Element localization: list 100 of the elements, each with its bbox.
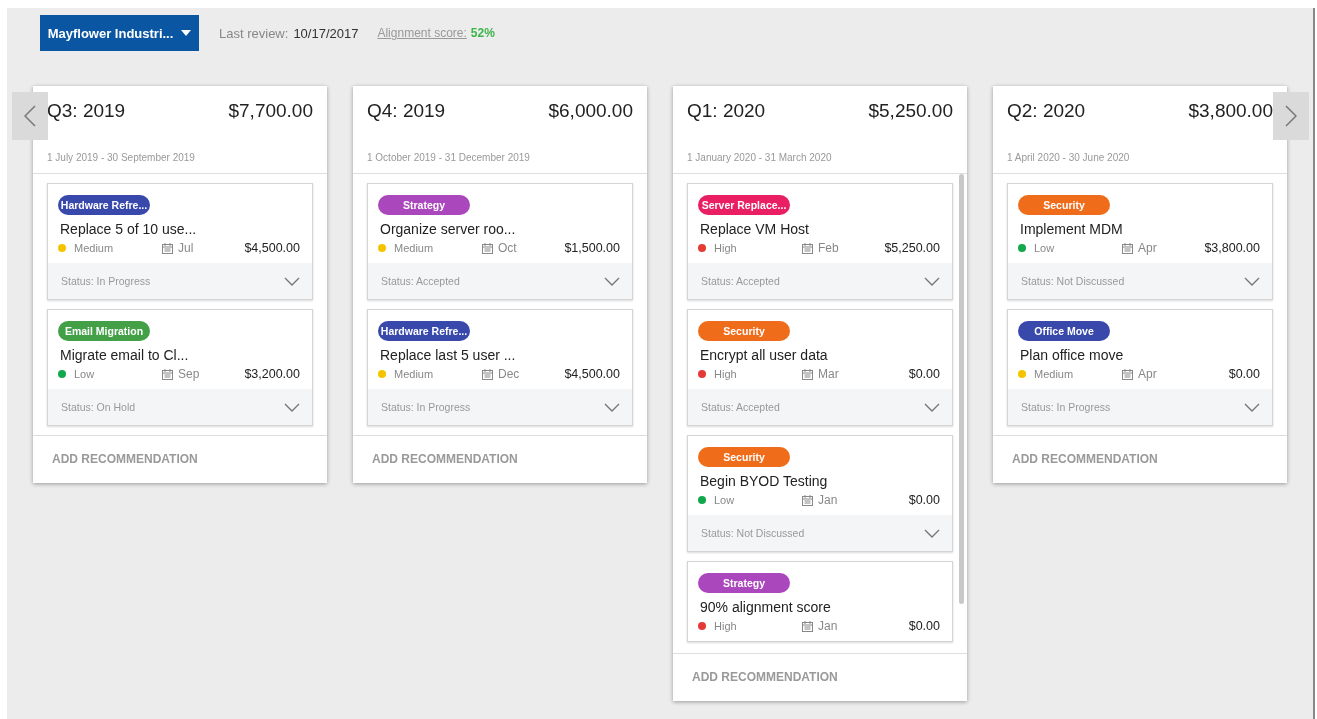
recommendation-card[interactable]: Security Begin BYOD Testing Low Jan $0.00 Status: Not Discussed: [687, 435, 953, 552]
priority-label: Low: [1034, 242, 1056, 254]
amount: $5,250.00: [884, 241, 940, 255]
alignment-score-value: 52%: [470, 26, 495, 40]
recommendation-card[interactable]: Hardware Refre... Replace last 5 user ... Medium Dec $4,500.00 Status: In Progress: [367, 309, 633, 426]
recommendation-title: Organize server roo...: [380, 221, 517, 237]
recommendation-card[interactable]: Security Implement MDM Low Apr $3,800.00 Status: Not Discussed: [1007, 183, 1273, 300]
month-label: Feb: [818, 241, 839, 255]
status-label: Status: On Hold: [61, 401, 136, 413]
month-label: Oct: [498, 241, 517, 255]
priority-label: Medium: [74, 242, 115, 254]
quarter-total: $6,000.00: [548, 100, 633, 122]
calendar-icon: [802, 620, 813, 632]
chevron-right-icon: [1285, 105, 1297, 127]
chevron-down-icon[interactable]: [604, 402, 620, 412]
recommendation-title: 90% alignment score: [700, 599, 832, 615]
quarter-total: $5,250.00: [868, 100, 953, 122]
chevron-down-icon[interactable]: [924, 402, 940, 412]
chevron-down-icon[interactable]: [924, 528, 940, 538]
priority-label: Low: [74, 368, 96, 380]
amount: $4,500.00: [564, 367, 620, 381]
quarter-dates: 1 October 2019 - 31 December 2019: [353, 122, 647, 174]
month-label: Dec: [498, 367, 520, 381]
status-label: Status: Accepted: [381, 275, 460, 287]
amount: $1,500.00: [564, 241, 620, 255]
month-label: Jan: [818, 493, 838, 507]
chevron-down-icon[interactable]: [1244, 276, 1260, 286]
priority-label: Medium: [394, 242, 435, 254]
status-label: Status: Accepted: [701, 275, 780, 287]
status-label: Status: Not Discussed: [1021, 275, 1125, 287]
calendar-icon: [482, 242, 493, 254]
month-label: Mar: [818, 367, 839, 381]
recommendation-title: Implement MDM: [1020, 221, 1124, 237]
amount: $0.00: [908, 619, 940, 633]
calendar-icon: [1122, 242, 1133, 254]
recommendation-card[interactable]: Security Encrypt all user data High Mar $0.00 Status: Accepted: [687, 309, 953, 426]
last-review-label: Last review:: [219, 25, 289, 41]
last-review-date: 10/17/2017: [293, 25, 359, 41]
calendar-icon: [802, 368, 813, 380]
scrollbar[interactable]: [959, 174, 964, 604]
quarter-title: Q3: 2019: [47, 100, 126, 122]
recommendation-card[interactable]: Office Move Plan office move Medium Apr $0.00 Status: In Progress: [1007, 309, 1273, 426]
caret-icon: [181, 30, 192, 36]
status-label: Status: Accepted: [701, 401, 780, 413]
recommendation-card[interactable]: Strategy 90% alignment score High Jan $0.00: [687, 561, 953, 642]
amount: $4,500.00: [244, 241, 300, 255]
chevron-down-icon[interactable]: [1244, 402, 1260, 412]
category-tag: Security: [1018, 195, 1110, 215]
calendar-icon: [162, 368, 173, 380]
amount: $0.00: [908, 367, 940, 381]
recommendation-card[interactable]: Server Replace... Replace VM Host High Feb $5,250.00 Status: Accepted: [687, 183, 953, 300]
chevron-down-icon[interactable]: [284, 276, 300, 286]
chevron-down-icon[interactable]: [924, 276, 940, 286]
month-label: Apr: [1138, 241, 1157, 255]
calendar-icon: [802, 494, 813, 506]
recommendation-title: Replace 5 of 10 use...: [60, 221, 198, 237]
category-tag: Office Move: [1018, 321, 1110, 341]
recommendation-card[interactable]: Hardware Refre... Replace 5 of 10 use... Medium Jul $4,500.00 Status: In Progress: [47, 183, 313, 300]
amount: $3,200.00: [244, 367, 300, 381]
category-tag: Strategy: [698, 573, 790, 593]
category-tag: Security: [698, 447, 790, 467]
month-label: Sep: [178, 367, 200, 381]
status-label: Status: In Progress: [1021, 401, 1111, 413]
quarter-title: Q4: 2019: [367, 100, 446, 122]
recommendation-title: Replace VM Host: [700, 221, 810, 237]
status-label: Status: Not Discussed: [701, 527, 805, 539]
category-tag: Hardware Refre...: [58, 195, 150, 215]
priority-label: High: [714, 368, 738, 380]
client-dropdown-button[interactable]: Mayflower Industri...: [40, 15, 199, 51]
recommendation-title: Migrate email to Cl...: [60, 347, 190, 363]
status-label: Status: In Progress: [381, 401, 471, 413]
quarter-dates: 1 January 2020 - 31 March 2020: [673, 122, 967, 174]
amount: $0.00: [908, 493, 940, 507]
quarter-total: $3,800.00: [1188, 100, 1273, 122]
calendar-icon: [1122, 368, 1133, 380]
recommendation-card[interactable]: Strategy Organize server roo... Medium Oct $1,500.00 Status: Accepted: [367, 183, 633, 300]
quarter-title: Q2: 2020: [1007, 100, 1086, 122]
category-tag: Email Migration: [58, 321, 150, 341]
calendar-icon: [482, 368, 493, 380]
chevron-down-icon[interactable]: [284, 402, 300, 412]
amount: $3,800.00: [1204, 241, 1260, 255]
recommendation-title: Encrypt all user data: [700, 347, 829, 363]
priority-label: Medium: [394, 368, 435, 380]
priority-label: Low: [714, 494, 736, 506]
recommendation-title: Replace last 5 user ...: [380, 347, 517, 363]
category-tag: Server Replace...: [698, 195, 790, 215]
chevron-down-icon[interactable]: [604, 276, 620, 286]
month-label: Jul: [178, 241, 194, 255]
priority-label: High: [714, 620, 738, 632]
status-label: Status: In Progress: [61, 275, 151, 287]
priority-label: High: [714, 242, 738, 254]
calendar-icon: [162, 242, 173, 254]
month-label: Jan: [818, 619, 838, 633]
quarter-title: Q1: 2020: [687, 100, 766, 122]
recommendation-title: Plan office move: [1020, 347, 1125, 363]
category-tag: Strategy: [378, 195, 470, 215]
month-label: Apr: [1138, 367, 1157, 381]
category-tag: Hardware Refre...: [378, 321, 470, 341]
recommendation-title: Begin BYOD Testing: [700, 473, 829, 489]
recommendation-card[interactable]: Email Migration Migrate email to Cl... Low Sep $3,200.00 Status: On Hold: [47, 309, 313, 426]
